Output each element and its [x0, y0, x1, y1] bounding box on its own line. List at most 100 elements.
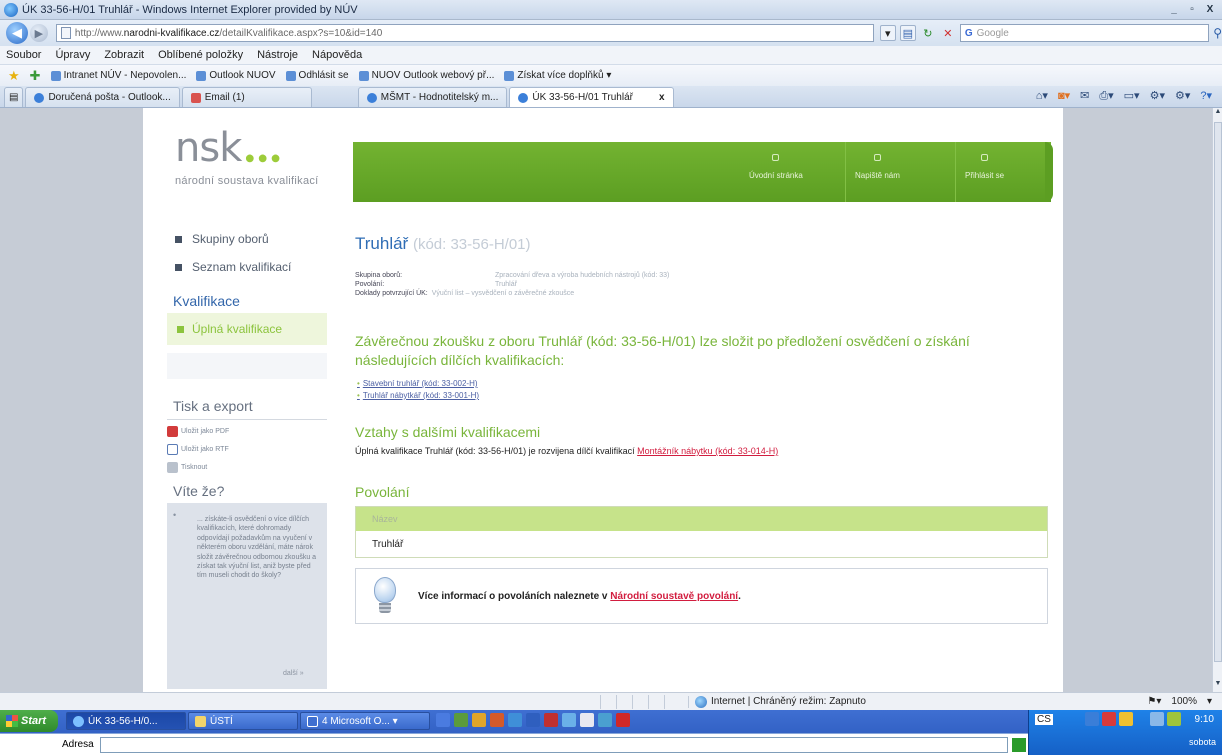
- favorite-link[interactable]: NUOV Outlook webový př...: [358, 70, 494, 81]
- nav-home[interactable]: Úvodní stránka: [749, 154, 803, 180]
- nav-contact[interactable]: Napiště nám: [845, 142, 900, 202]
- url-prefix: http://www.: [74, 27, 124, 39]
- print-icon[interactable]: ⎙▾: [1099, 89, 1113, 103]
- go-icon[interactable]: [1012, 737, 1026, 752]
- tab-list-button[interactable]: ▤: [4, 87, 24, 107]
- occupations-table: Název Truhlář: [355, 506, 1048, 558]
- meta-row-doklady: Doklady potvrzující ÚK: Výuční list – vy…: [355, 290, 575, 297]
- menu-soubor[interactable]: Soubor: [6, 49, 41, 61]
- security-zone[interactable]: Internet | Chráněný režim: Zapnuto: [688, 695, 1068, 708]
- favorite-link[interactable]: Získat více doplňků ▾: [504, 70, 611, 81]
- print-link[interactable]: Tisknout: [167, 462, 207, 473]
- sidebar-item-skupiny[interactable]: Skupiny oborů: [175, 232, 269, 246]
- tray-icon[interactable]: [1102, 712, 1116, 726]
- forward-button[interactable]: ▶: [29, 24, 48, 42]
- compat-view-icon[interactable]: ▤: [899, 25, 916, 41]
- menu-napoveda[interactable]: Nápověda: [312, 49, 362, 61]
- home-icon[interactable]: ⌂▾: [1036, 89, 1048, 103]
- app-icon[interactable]: [436, 713, 450, 727]
- partial-qualification-link[interactable]: • Truhlář nábytkář (kód: 33-001-H): [357, 391, 479, 400]
- stop-icon[interactable]: ✕: [940, 25, 956, 41]
- table-header: Název: [356, 507, 1047, 531]
- relations-text: Úplná kvalifikace Truhlář (kód: 33-56-H/…: [355, 446, 779, 456]
- app-icon[interactable]: [580, 713, 594, 727]
- tab-email[interactable]: Email (1): [181, 87, 312, 107]
- app-icon[interactable]: [526, 713, 540, 727]
- safety-menu-icon[interactable]: ⚙▾: [1150, 89, 1165, 103]
- search-input[interactable]: G Google: [959, 24, 1210, 42]
- add-favorite-icon[interactable]: ✚: [30, 68, 41, 84]
- favorites-star-icon[interactable]: ★: [8, 68, 20, 84]
- scroll-up-icon[interactable]: ▲: [1213, 108, 1222, 120]
- start-button[interactable]: Start: [0, 710, 58, 732]
- pdf-icon: [167, 426, 178, 437]
- quick-launch: [436, 713, 630, 727]
- tray-icon[interactable]: [1150, 712, 1164, 726]
- site-logo[interactable]: nsk ●●● národní soustava kvalifikací: [175, 128, 319, 187]
- did-you-know-more-link[interactable]: další »: [283, 670, 304, 677]
- home-icon: [772, 154, 780, 161]
- save-rtf-link[interactable]: Uložit jako RTF: [167, 444, 229, 455]
- scrollbar-thumb[interactable]: [1214, 122, 1222, 662]
- app-icon[interactable]: [616, 713, 630, 727]
- sidebar-item-uplna-kvalifikace[interactable]: Úplná kvalifikace: [167, 313, 327, 345]
- bullet: •: [357, 379, 360, 388]
- related-qualification-link[interactable]: Montážník nábytku (kód: 33-014-H): [637, 446, 778, 456]
- info-box: Více informací o povoláních naleznete v …: [355, 568, 1048, 624]
- favorite-link[interactable]: Intranet NÚV - Nepovolen...: [50, 70, 186, 81]
- menu-nastroje[interactable]: Nástroje: [257, 49, 298, 61]
- refresh-icon[interactable]: ↻: [920, 25, 936, 41]
- ie-icon: [73, 715, 84, 727]
- qualification-code: (kód: 33-56-H/01): [412, 236, 531, 253]
- national-occupations-link[interactable]: Národní soustavě povolání: [610, 591, 738, 602]
- minimize-button[interactable]: _: [1166, 3, 1182, 17]
- zoom-dropdown-icon[interactable]: ▾: [1207, 696, 1212, 707]
- url-field[interactable]: http://www. narodni-kvalifikace.cz/detail…: [55, 24, 874, 42]
- close-tab-icon[interactable]: x: [659, 92, 665, 103]
- partial-qualification-link[interactable]: • Stavební truhlář (kód: 33-002-H): [357, 379, 478, 388]
- save-pdf-link[interactable]: Uložit jako PDF: [167, 426, 229, 437]
- dropdown-icon[interactable]: ▾: [879, 25, 896, 41]
- language-indicator[interactable]: CS: [1035, 714, 1053, 725]
- taskbar-folder-usti[interactable]: ÚSTÍ: [188, 712, 298, 730]
- maximize-button[interactable]: ▫: [1184, 3, 1200, 17]
- menu-upravy[interactable]: Úpravy: [55, 49, 90, 61]
- page-menu-icon[interactable]: ▭▾: [1124, 89, 1140, 103]
- favorite-link[interactable]: Odhlásit se: [285, 70, 349, 81]
- tab-uk-truhlar[interactable]: ÚK 33-56-H/01 Truhlář x: [509, 87, 674, 107]
- app-icon[interactable]: [454, 713, 468, 727]
- app-icon[interactable]: [490, 713, 504, 727]
- app-icon[interactable]: [598, 713, 612, 727]
- tray-icon[interactable]: [1085, 712, 1099, 726]
- zoom-level[interactable]: 100%: [1171, 696, 1197, 707]
- feeds-icon[interactable]: ◙▾: [1058, 89, 1070, 103]
- close-window-button[interactable]: X: [1202, 3, 1218, 17]
- scroll-down-icon[interactable]: ▼: [1213, 680, 1222, 692]
- taskbar-ie-window[interactable]: ÚK 33-56-H/0...: [66, 712, 186, 730]
- sidebar-item-seznam[interactable]: Seznam kvalifikací: [175, 260, 291, 274]
- search-icon[interactable]: ⚲: [1213, 26, 1222, 40]
- menu-oblibene[interactable]: Oblíbené položky: [158, 49, 243, 61]
- mail-icon[interactable]: ✉: [1080, 89, 1089, 103]
- tray-icon[interactable]: [1119, 712, 1133, 726]
- vertical-scrollbar[interactable]: ▲ ▼: [1212, 108, 1222, 692]
- clock: 9:10: [1194, 714, 1214, 725]
- popup-blocker-icon[interactable]: ⚑▾: [1147, 696, 1161, 707]
- app-icon[interactable]: [472, 713, 486, 727]
- tray-icon[interactable]: [1167, 712, 1181, 726]
- back-button[interactable]: ◀: [6, 22, 28, 44]
- bullet: •: [357, 391, 360, 400]
- tab-msmt[interactable]: MŠMT - Hodnotitelský m...: [357, 87, 508, 107]
- app-icon[interactable]: [544, 713, 558, 727]
- taskbar-address-input[interactable]: [99, 736, 1008, 753]
- tray-icons: [1057, 712, 1181, 726]
- app-icon[interactable]: [508, 713, 522, 727]
- tab-outlook[interactable]: Doručená pošta - Outlook...: [25, 87, 180, 107]
- tools-menu-icon[interactable]: ⚙▾: [1175, 89, 1190, 103]
- favorite-link[interactable]: Outlook NUOV: [196, 70, 276, 81]
- taskbar-office-group[interactable]: 4 Microsoft O... ▾: [300, 712, 430, 730]
- menu-zobrazit[interactable]: Zobrazit: [104, 49, 144, 61]
- nav-login[interactable]: Přihlásit se: [955, 142, 1004, 202]
- help-icon[interactable]: ?▾: [1200, 89, 1212, 103]
- app-icon[interactable]: [562, 713, 576, 727]
